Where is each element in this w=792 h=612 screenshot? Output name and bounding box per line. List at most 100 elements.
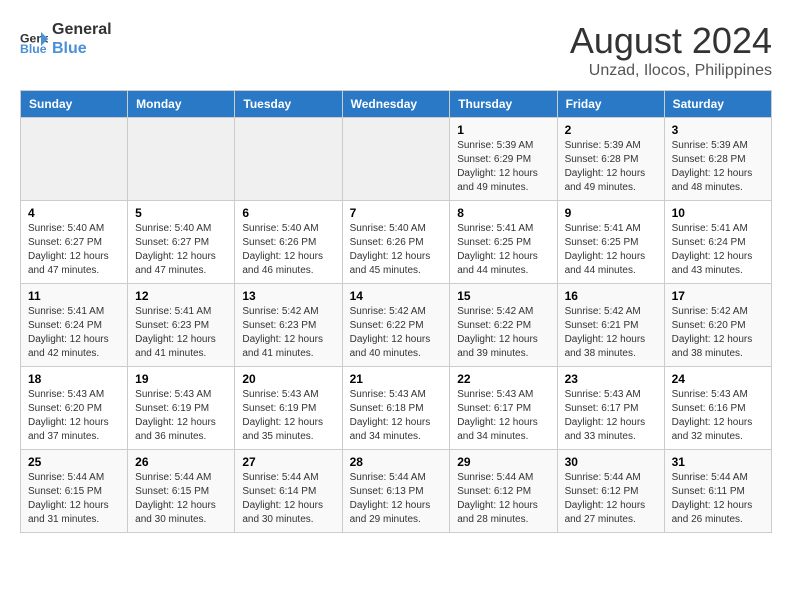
day-number: 22 xyxy=(457,372,549,386)
logo: General Blue General Blue xyxy=(20,20,112,58)
day-info: Sunrise: 5:42 AM Sunset: 6:23 PM Dayligh… xyxy=(242,305,334,361)
day-number: 17 xyxy=(672,289,764,303)
calendar-cell xyxy=(342,118,450,201)
day-info: Sunrise: 5:40 AM Sunset: 6:27 PM Dayligh… xyxy=(28,222,120,278)
calendar-cell: 19 Sunrise: 5:43 AM Sunset: 6:19 PM Dayli… xyxy=(128,367,235,450)
calendar-cell: 4 Sunrise: 5:40 AM Sunset: 6:27 PM Daylig… xyxy=(21,201,128,284)
weekday-header-friday: Friday xyxy=(557,91,664,118)
calendar-cell: 29 Sunrise: 5:44 AM Sunset: 6:12 PM Dayli… xyxy=(450,450,557,533)
calendar-week-row: 11 Sunrise: 5:41 AM Sunset: 6:24 PM Dayli… xyxy=(21,284,772,367)
calendar-cell: 22 Sunrise: 5:43 AM Sunset: 6:17 PM Dayli… xyxy=(450,367,557,450)
weekday-header-sunday: Sunday xyxy=(21,91,128,118)
day-number: 8 xyxy=(457,206,549,220)
day-number: 5 xyxy=(135,206,227,220)
day-info: Sunrise: 5:40 AM Sunset: 6:26 PM Dayligh… xyxy=(350,222,443,278)
day-info: Sunrise: 5:44 AM Sunset: 6:11 PM Dayligh… xyxy=(672,471,764,527)
day-info: Sunrise: 5:39 AM Sunset: 6:28 PM Dayligh… xyxy=(565,139,657,195)
calendar-cell: 12 Sunrise: 5:41 AM Sunset: 6:23 PM Dayli… xyxy=(128,284,235,367)
day-info: Sunrise: 5:39 AM Sunset: 6:28 PM Dayligh… xyxy=(672,139,764,195)
day-info: Sunrise: 5:42 AM Sunset: 6:22 PM Dayligh… xyxy=(350,305,443,361)
weekday-header-thursday: Thursday xyxy=(450,91,557,118)
title-area: August 2024 Unzad, Ilocos, Philippines xyxy=(570,20,772,80)
calendar-cell: 15 Sunrise: 5:42 AM Sunset: 6:22 PM Dayli… xyxy=(450,284,557,367)
calendar-cell xyxy=(128,118,235,201)
calendar-cell xyxy=(235,118,342,201)
day-number: 29 xyxy=(457,455,549,469)
day-info: Sunrise: 5:41 AM Sunset: 6:25 PM Dayligh… xyxy=(565,222,657,278)
calendar-cell: 9 Sunrise: 5:41 AM Sunset: 6:25 PM Daylig… xyxy=(557,201,664,284)
calendar-cell: 3 Sunrise: 5:39 AM Sunset: 6:28 PM Daylig… xyxy=(664,118,771,201)
calendar-cell: 8 Sunrise: 5:41 AM Sunset: 6:25 PM Daylig… xyxy=(450,201,557,284)
day-info: Sunrise: 5:43 AM Sunset: 6:19 PM Dayligh… xyxy=(135,388,227,444)
day-info: Sunrise: 5:40 AM Sunset: 6:27 PM Dayligh… xyxy=(135,222,227,278)
calendar-cell: 31Sunrise: 5:44 AM Sunset: 6:11 PM Dayli… xyxy=(664,450,771,533)
calendar-cell: 1Sunrise: 5:39 AM Sunset: 6:29 PM Daylig… xyxy=(450,118,557,201)
day-info: Sunrise: 5:43 AM Sunset: 6:17 PM Dayligh… xyxy=(457,388,549,444)
calendar-cell: 30Sunrise: 5:44 AM Sunset: 6:12 PM Dayli… xyxy=(557,450,664,533)
calendar-cell: 10 Sunrise: 5:41 AM Sunset: 6:24 PM Dayli… xyxy=(664,201,771,284)
day-info: Sunrise: 5:42 AM Sunset: 6:20 PM Dayligh… xyxy=(672,305,764,361)
calendar-cell: 5 Sunrise: 5:40 AM Sunset: 6:27 PM Daylig… xyxy=(128,201,235,284)
day-number: 6 xyxy=(242,206,334,220)
day-info: Sunrise: 5:40 AM Sunset: 6:26 PM Dayligh… xyxy=(242,222,334,278)
day-info: Sunrise: 5:44 AM Sunset: 6:15 PM Dayligh… xyxy=(28,471,120,527)
day-info: Sunrise: 5:43 AM Sunset: 6:20 PM Dayligh… xyxy=(28,388,120,444)
day-info: Sunrise: 5:42 AM Sunset: 6:22 PM Dayligh… xyxy=(457,305,549,361)
day-info: Sunrise: 5:41 AM Sunset: 6:25 PM Dayligh… xyxy=(457,222,549,278)
day-number: 4 xyxy=(28,206,120,220)
calendar-cell: 13 Sunrise: 5:42 AM Sunset: 6:23 PM Dayli… xyxy=(235,284,342,367)
day-number: 3 xyxy=(672,123,764,137)
calendar-week-row: 18 Sunrise: 5:43 AM Sunset: 6:20 PM Dayli… xyxy=(21,367,772,450)
calendar-cell: 27 Sunrise: 5:44 AM Sunset: 6:14 PM Dayli… xyxy=(235,450,342,533)
day-info: Sunrise: 5:41 AM Sunset: 6:23 PM Dayligh… xyxy=(135,305,227,361)
day-number: 7 xyxy=(350,206,443,220)
weekday-header-saturday: Saturday xyxy=(664,91,771,118)
day-info: Sunrise: 5:44 AM Sunset: 6:13 PM Dayligh… xyxy=(350,471,443,527)
day-number: 28 xyxy=(350,455,443,469)
location-subtitle: Unzad, Ilocos, Philippines xyxy=(570,62,772,80)
weekday-header-wednesday: Wednesday xyxy=(342,91,450,118)
calendar-cell: 11 Sunrise: 5:41 AM Sunset: 6:24 PM Dayli… xyxy=(21,284,128,367)
day-info: Sunrise: 5:39 AM Sunset: 6:29 PM Dayligh… xyxy=(457,139,549,195)
calendar-cell: 23 Sunrise: 5:43 AM Sunset: 6:17 PM Dayli… xyxy=(557,367,664,450)
day-number: 24 xyxy=(672,372,764,386)
day-number: 23 xyxy=(565,372,657,386)
day-info: Sunrise: 5:41 AM Sunset: 6:24 PM Dayligh… xyxy=(672,222,764,278)
day-info: Sunrise: 5:44 AM Sunset: 6:12 PM Dayligh… xyxy=(457,471,549,527)
day-number: 30 xyxy=(565,455,657,469)
logo-blue: Blue xyxy=(52,39,112,58)
day-info: Sunrise: 5:44 AM Sunset: 6:14 PM Dayligh… xyxy=(242,471,334,527)
day-number: 21 xyxy=(350,372,443,386)
month-year-title: August 2024 xyxy=(570,20,772,62)
calendar-cell: 26 Sunrise: 5:44 AM Sunset: 6:15 PM Dayli… xyxy=(128,450,235,533)
day-number: 14 xyxy=(350,289,443,303)
day-number: 18 xyxy=(28,372,120,386)
calendar-cell: 28 Sunrise: 5:44 AM Sunset: 6:13 PM Dayli… xyxy=(342,450,450,533)
day-number: 9 xyxy=(565,206,657,220)
day-number: 20 xyxy=(242,372,334,386)
day-number: 27 xyxy=(242,455,334,469)
day-info: Sunrise: 5:41 AM Sunset: 6:24 PM Dayligh… xyxy=(28,305,120,361)
calendar-cell: 17 Sunrise: 5:42 AM Sunset: 6:20 PM Dayli… xyxy=(664,284,771,367)
day-info: Sunrise: 5:43 AM Sunset: 6:16 PM Dayligh… xyxy=(672,388,764,444)
calendar-week-row: 1Sunrise: 5:39 AM Sunset: 6:29 PM Daylig… xyxy=(21,118,772,201)
day-number: 2 xyxy=(565,123,657,137)
day-info: Sunrise: 5:44 AM Sunset: 6:15 PM Dayligh… xyxy=(135,471,227,527)
day-number: 26 xyxy=(135,455,227,469)
day-number: 13 xyxy=(242,289,334,303)
day-number: 19 xyxy=(135,372,227,386)
day-number: 15 xyxy=(457,289,549,303)
day-number: 11 xyxy=(28,289,120,303)
calendar-cell: 14 Sunrise: 5:42 AM Sunset: 6:22 PM Dayli… xyxy=(342,284,450,367)
calendar-week-row: 4 Sunrise: 5:40 AM Sunset: 6:27 PM Daylig… xyxy=(21,201,772,284)
day-info: Sunrise: 5:43 AM Sunset: 6:17 PM Dayligh… xyxy=(565,388,657,444)
calendar-cell: 2 Sunrise: 5:39 AM Sunset: 6:28 PM Daylig… xyxy=(557,118,664,201)
logo-general: General xyxy=(52,20,112,39)
weekday-header-tuesday: Tuesday xyxy=(235,91,342,118)
calendar-cell: 18 Sunrise: 5:43 AM Sunset: 6:20 PM Dayli… xyxy=(21,367,128,450)
calendar-week-row: 25Sunrise: 5:44 AM Sunset: 6:15 PM Dayli… xyxy=(21,450,772,533)
day-number: 12 xyxy=(135,289,227,303)
calendar-table: SundayMondayTuesdayWednesdayThursdayFrid… xyxy=(20,90,772,533)
day-number: 10 xyxy=(672,206,764,220)
day-info: Sunrise: 5:42 AM Sunset: 6:21 PM Dayligh… xyxy=(565,305,657,361)
